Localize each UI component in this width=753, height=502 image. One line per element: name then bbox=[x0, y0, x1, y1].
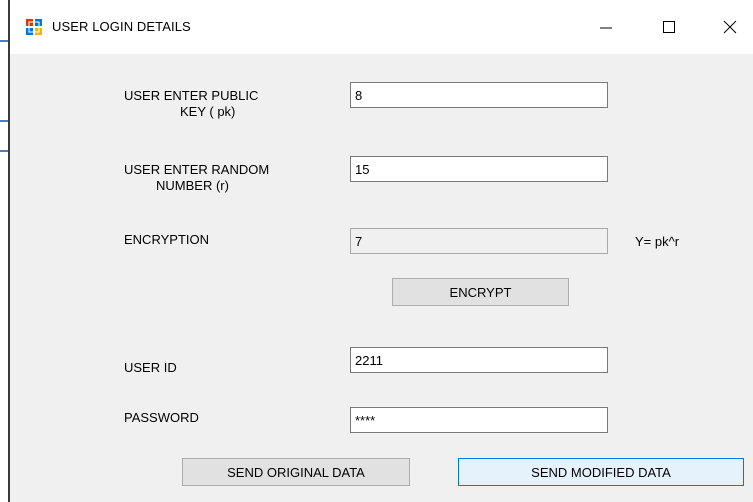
password-label: PASSWORD bbox=[124, 410, 199, 425]
user-id-input[interactable] bbox=[350, 347, 608, 373]
encrypt-button[interactable]: ENCRYPT bbox=[392, 278, 569, 306]
password-input[interactable] bbox=[350, 407, 608, 433]
background-strip bbox=[0, 0, 8, 502]
random-number-label-line1: USER ENTER RANDOM bbox=[124, 162, 270, 177]
public-key-input[interactable] bbox=[350, 82, 608, 108]
encryption-output[interactable] bbox=[350, 228, 608, 254]
minimize-button[interactable] bbox=[583, 0, 629, 54]
login-window: USER LOGIN DETAILS USER ENTER PUBLIC KEY… bbox=[8, 0, 753, 502]
title-bar[interactable]: USER LOGIN DETAILS bbox=[10, 0, 753, 54]
send-original-data-button[interactable]: SEND ORIGINAL DATA bbox=[182, 458, 410, 486]
user-id-label: USER ID bbox=[124, 360, 177, 375]
close-icon bbox=[723, 20, 737, 34]
background-mark bbox=[0, 120, 8, 122]
minimize-icon bbox=[600, 27, 612, 29]
encryption-label: ENCRYPTION bbox=[124, 232, 209, 247]
random-number-input[interactable] bbox=[350, 156, 608, 182]
window-title: USER LOGIN DETAILS bbox=[52, 19, 191, 34]
random-number-label-line2: NUMBER (r) bbox=[156, 178, 229, 193]
send-modified-data-button[interactable]: SEND MODIFIED DATA bbox=[458, 458, 744, 486]
maximize-icon bbox=[663, 21, 675, 33]
app-window-icon[interactable] bbox=[26, 19, 42, 35]
encryption-formula: Y= pk^r bbox=[635, 234, 680, 249]
public-key-label-line2: KEY ( pk) bbox=[180, 104, 236, 119]
maximize-button[interactable] bbox=[646, 0, 692, 54]
random-number-label: USER ENTER RANDOM NUMBER (r) bbox=[124, 162, 269, 194]
public-key-label: USER ENTER PUBLIC KEY ( pk) bbox=[124, 88, 258, 120]
background-mark bbox=[0, 150, 8, 152]
close-button[interactable] bbox=[707, 0, 753, 54]
public-key-label-line1: USER ENTER PUBLIC bbox=[124, 88, 259, 103]
background-mark bbox=[0, 40, 8, 42]
